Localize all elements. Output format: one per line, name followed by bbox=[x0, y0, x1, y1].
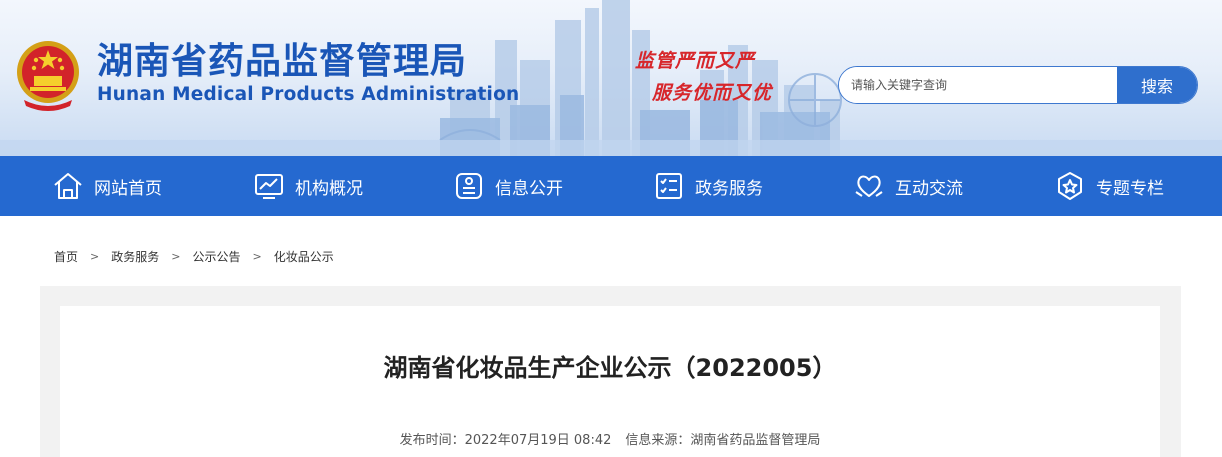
national-emblem-icon bbox=[17, 41, 79, 111]
nav-label-home: 网站首页 bbox=[94, 178, 162, 199]
content-area: 湖南省化妆品生产企业公示（2022005） 发布时间：2022年07月19日 0… bbox=[40, 286, 1181, 457]
nav-item-interaction[interactable]: 互动交流 bbox=[853, 156, 963, 216]
search-button[interactable]: 搜索 bbox=[1117, 67, 1197, 103]
publish-time: 发布时间：2022年07月19日 08:42 bbox=[399, 433, 612, 448]
breadcrumb-services[interactable]: 政务服务 bbox=[111, 248, 159, 265]
header-banner: 湖南省药品监督管理局 Hunan Medical Products Admini… bbox=[0, 0, 1222, 156]
site-title-en: Hunan Medical Products Administration bbox=[97, 84, 520, 105]
nav-item-info[interactable]: 信息公开 bbox=[453, 156, 563, 216]
heart-hands-icon bbox=[853, 170, 885, 202]
star-badge-icon bbox=[1054, 170, 1086, 202]
nav-label-topics: 专题专栏 bbox=[1096, 178, 1164, 199]
document-list-icon bbox=[453, 170, 485, 202]
main-nav: 网站首页 机构概况 信息公开 政务服务 互动交流 专题专栏 bbox=[0, 156, 1222, 216]
breadcrumb-separator: > bbox=[171, 250, 181, 263]
nav-item-home[interactable]: 网站首页 bbox=[52, 156, 162, 216]
nav-label-about: 机构概况 bbox=[295, 178, 363, 199]
breadcrumb: 首页 > 政务服务 > 公示公告 > 化妆品公示 bbox=[54, 248, 334, 265]
search-input[interactable] bbox=[839, 67, 1117, 103]
nav-label-interaction: 互动交流 bbox=[895, 178, 963, 199]
article-panel: 湖南省化妆品生产企业公示（2022005） 发布时间：2022年07月19日 0… bbox=[60, 306, 1160, 457]
home-icon bbox=[52, 170, 84, 202]
site-title-cn: 湖南省药品监督管理局 bbox=[97, 41, 468, 82]
nav-label-services: 政务服务 bbox=[695, 178, 763, 199]
breadcrumb-separator: > bbox=[90, 250, 100, 263]
nav-label-info: 信息公开 bbox=[495, 178, 563, 199]
info-source: 信息来源：湖南省药品监督管理局 bbox=[625, 433, 821, 448]
chart-monitor-icon bbox=[253, 170, 285, 202]
checklist-icon bbox=[653, 170, 685, 202]
breadcrumb-separator: > bbox=[252, 250, 262, 263]
article-title: 湖南省化妆品生产企业公示（2022005） bbox=[383, 354, 837, 382]
nav-item-services[interactable]: 政务服务 bbox=[653, 156, 763, 216]
nav-item-about[interactable]: 机构概况 bbox=[253, 156, 363, 216]
breadcrumb-home[interactable]: 首页 bbox=[54, 248, 78, 265]
slogan-line-1: 监管严而又严 bbox=[635, 50, 756, 72]
breadcrumb-cosmetics[interactable]: 化妆品公示 bbox=[274, 248, 334, 265]
nav-item-topics[interactable]: 专题专栏 bbox=[1054, 156, 1164, 216]
article-meta: 发布时间：2022年07月19日 08:42 信息来源：湖南省药品监督管理局 bbox=[60, 429, 1160, 448]
search-bar: 搜索 bbox=[838, 66, 1198, 104]
breadcrumb-announcements[interactable]: 公示公告 bbox=[192, 248, 240, 265]
slogan-line-2: 服务优而又优 bbox=[652, 82, 773, 104]
